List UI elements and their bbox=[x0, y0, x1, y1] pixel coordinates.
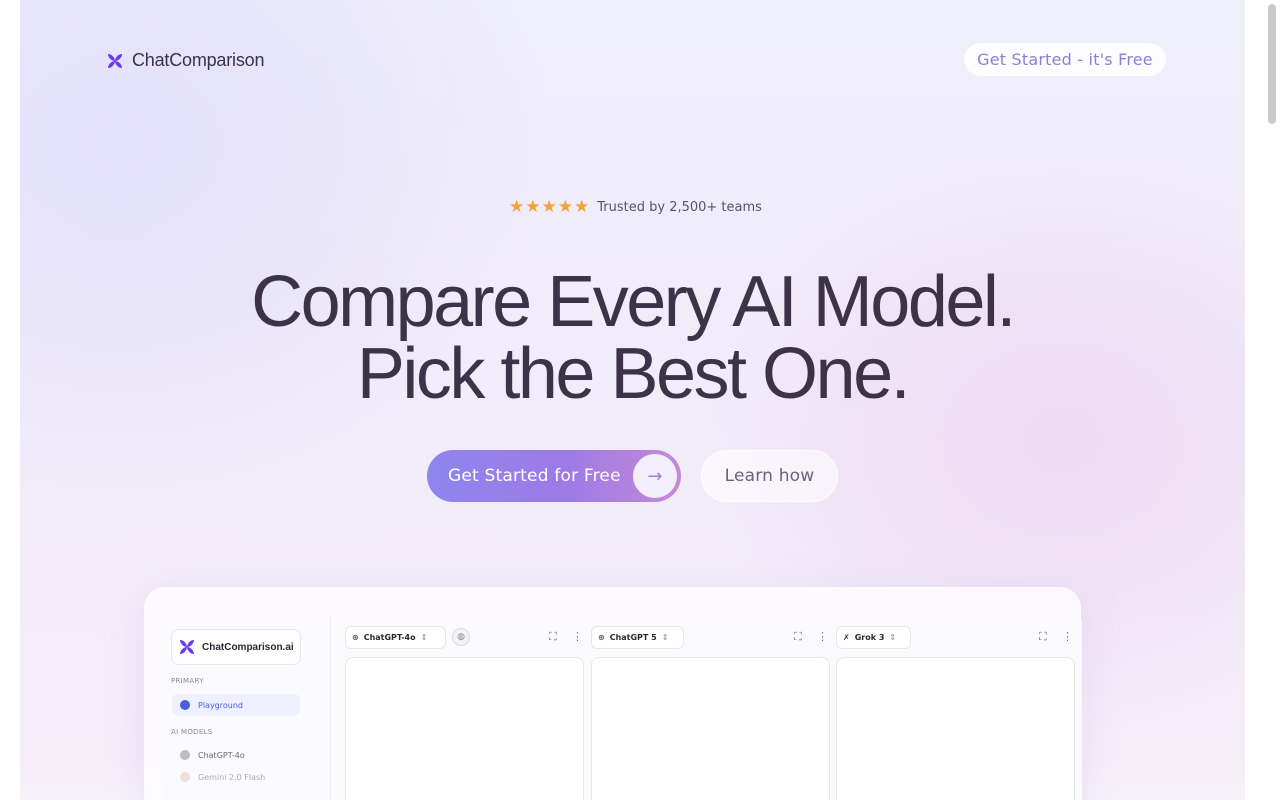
chat-bubble-icon bbox=[180, 700, 190, 710]
expand-icon[interactable]: ⛶ bbox=[1039, 630, 1047, 644]
grok-icon: ✗ bbox=[843, 633, 850, 642]
preview-sidebar: ChatComparison.ai PRIMARY Playground AI … bbox=[163, 617, 329, 800]
preview-divider bbox=[330, 617, 331, 800]
hero-headline: Compare Every AI Model. Pick the Best On… bbox=[20, 266, 1245, 410]
preview-column-3: ✗ Grok 3 ⇕ ⛶ ⋮ bbox=[836, 617, 1081, 800]
brand-logo[interactable]: ChatComparison bbox=[106, 50, 264, 71]
preview-model-label: ChatGPT-4o bbox=[198, 750, 245, 760]
chevron-updown-icon: ⇕ bbox=[661, 633, 669, 642]
preview-model-chatgpt-4o[interactable]: ChatGPT-4o bbox=[172, 744, 300, 766]
preview-model-label: Gemini 2.0 Flash bbox=[198, 772, 266, 782]
more-icon[interactable]: ⋮ bbox=[572, 630, 583, 643]
scrollbar-thumb[interactable] bbox=[1268, 4, 1276, 124]
preview-brand-name: ChatComparison.ai bbox=[202, 641, 294, 653]
expand-icon[interactable]: ⛶ bbox=[549, 630, 557, 644]
model-selector[interactable]: ⊛ ChatGPT 5 ⇕ bbox=[591, 626, 684, 649]
globe-icon[interactable]: ◍ bbox=[452, 628, 470, 646]
chevron-updown-icon: ⇕ bbox=[420, 633, 428, 642]
preview-model-gemini[interactable]: Gemini 2.0 Flash bbox=[172, 766, 300, 788]
get-started-free-label: Get Started for Free bbox=[448, 466, 621, 486]
preview-nav-label: Playground bbox=[198, 700, 243, 710]
star-icon: ★ bbox=[574, 197, 590, 217]
model-selector[interactable]: ✗ Grok 3 ⇕ bbox=[836, 626, 911, 649]
star-icon: ★ bbox=[509, 197, 525, 217]
openai-icon bbox=[180, 750, 190, 760]
learn-how-button[interactable]: Learn how bbox=[701, 450, 838, 502]
logo-icon bbox=[180, 640, 194, 654]
response-panel bbox=[591, 657, 830, 800]
google-icon bbox=[180, 772, 190, 782]
response-panel bbox=[345, 657, 584, 800]
logo-icon bbox=[108, 53, 122, 68]
model-selector[interactable]: ⊛ ChatGPT-4o ⇕ bbox=[345, 626, 446, 649]
preview-column-2: ⊛ ChatGPT 5 ⇕ ⛶ ⋮ bbox=[591, 617, 836, 800]
star-icon: ★ bbox=[541, 197, 557, 217]
brand-name: ChatComparison bbox=[132, 50, 265, 70]
openai-icon: ⊛ bbox=[352, 633, 359, 642]
headline-line-2: Pick the Best One. bbox=[356, 334, 911, 414]
star-icon: ★ bbox=[525, 197, 541, 217]
preview-nav-playground[interactable]: Playground bbox=[172, 694, 300, 716]
expand-icon[interactable]: ⛶ bbox=[794, 630, 802, 644]
star-icon: ★ bbox=[557, 197, 573, 217]
more-icon[interactable]: ⋮ bbox=[1062, 630, 1073, 643]
preview-section-primary: PRIMARY bbox=[171, 677, 204, 685]
get-started-free-button[interactable]: Get Started for Free → bbox=[427, 450, 681, 502]
arrow-right-icon: → bbox=[633, 454, 677, 498]
preview-section-models: AI MODELS bbox=[171, 728, 213, 736]
model-selector-label: ChatGPT-4o bbox=[363, 633, 416, 642]
headline-line-1: Compare Every AI Model. bbox=[251, 262, 1016, 342]
scrollbar-track[interactable] bbox=[1245, 0, 1280, 800]
trust-badge: ★ ★ ★ ★ ★ Trusted by 2,500+ teams bbox=[509, 199, 762, 216]
more-icon[interactable]: ⋮ bbox=[817, 630, 828, 643]
chevron-updown-icon: ⇕ bbox=[889, 633, 897, 642]
header-get-started-button[interactable]: Get Started - it's Free bbox=[964, 43, 1166, 76]
model-selector-label: Grok 3 bbox=[854, 633, 885, 642]
trust-text: Trusted by 2,500+ teams bbox=[597, 200, 762, 215]
app-preview: ChatComparison.ai PRIMARY Playground AI … bbox=[163, 617, 1082, 800]
preview-column-1: ⊛ ChatGPT-4o ⇕ ◍ ⛶ ⋮ bbox=[345, 617, 590, 800]
model-selector-label: ChatGPT 5 bbox=[609, 633, 657, 642]
openai-icon: ⊛ bbox=[598, 633, 605, 642]
response-panel bbox=[836, 657, 1075, 800]
rating-stars: ★ ★ ★ ★ ★ bbox=[509, 199, 589, 216]
preview-brand: ChatComparison.ai bbox=[171, 629, 301, 665]
